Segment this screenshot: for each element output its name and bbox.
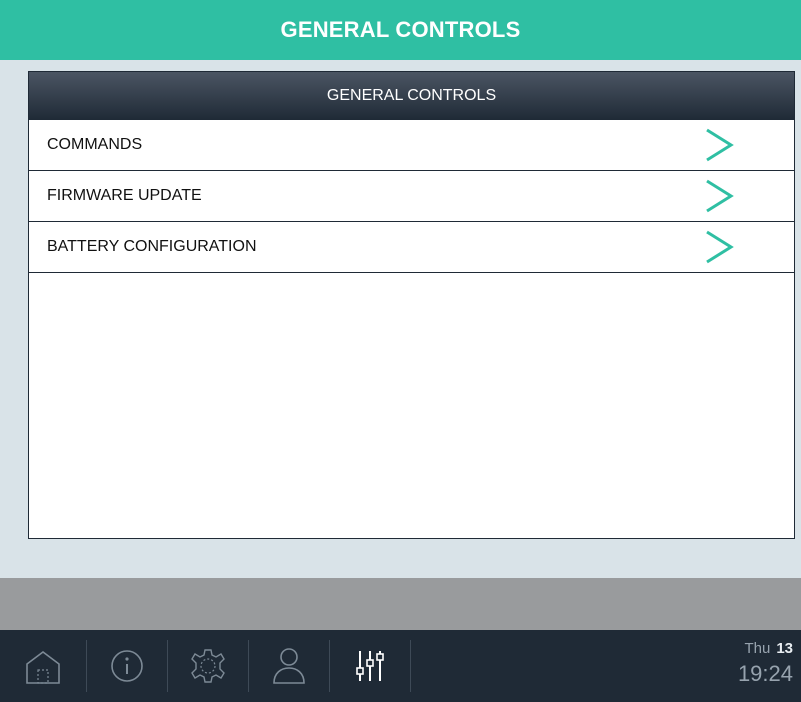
home-icon [26,651,60,684]
title-bar: GENERAL CONTROLS [0,0,801,60]
clock: Thu 13 19:24 [738,640,793,687]
chevron-right-icon [706,179,734,213]
nav-home-button[interactable] [0,630,86,702]
clock-date: 13 [776,640,793,657]
menu-item-label: COMMANDS [47,136,143,153]
general-controls-panel: GENERAL CONTROLS COMMANDS FIRMWARE UPDAT… [28,71,795,539]
status-strip [0,578,801,630]
menu-item-label: BATTERY CONFIGURATION [47,238,257,255]
nav-user-button[interactable] [249,630,329,702]
user-icon [273,648,305,684]
chevron-right-icon [706,230,734,264]
clock-day: Thu [744,640,771,657]
menu-item-firmware-update[interactable]: FIRMWARE UPDATE [29,171,794,222]
sliders-icon [356,651,384,681]
menu-item-battery-configuration[interactable]: BATTERY CONFIGURATION [29,222,794,273]
bottom-nav-bar: Thu 13 19:24 [0,630,801,702]
nav-controls-button[interactable] [330,630,410,702]
clock-time: 19:24 [737,661,793,686]
nav-settings-button[interactable] [168,630,248,702]
page-title: GENERAL CONTROLS [280,17,521,42]
panel-header: GENERAL CONTROLS [29,72,794,120]
chevron-right-icon [706,128,734,162]
menu-item-label: FIRMWARE UPDATE [47,187,202,204]
menu-item-commands[interactable]: COMMANDS [29,120,794,171]
content-area: GENERAL CONTROLS COMMANDS FIRMWARE UPDAT… [0,60,801,578]
settings-gear-icon [191,649,225,683]
nav-info-button[interactable] [87,630,167,702]
panel-title: GENERAL CONTROLS [326,87,497,104]
info-icon [111,650,143,682]
nav-separator [410,640,411,692]
